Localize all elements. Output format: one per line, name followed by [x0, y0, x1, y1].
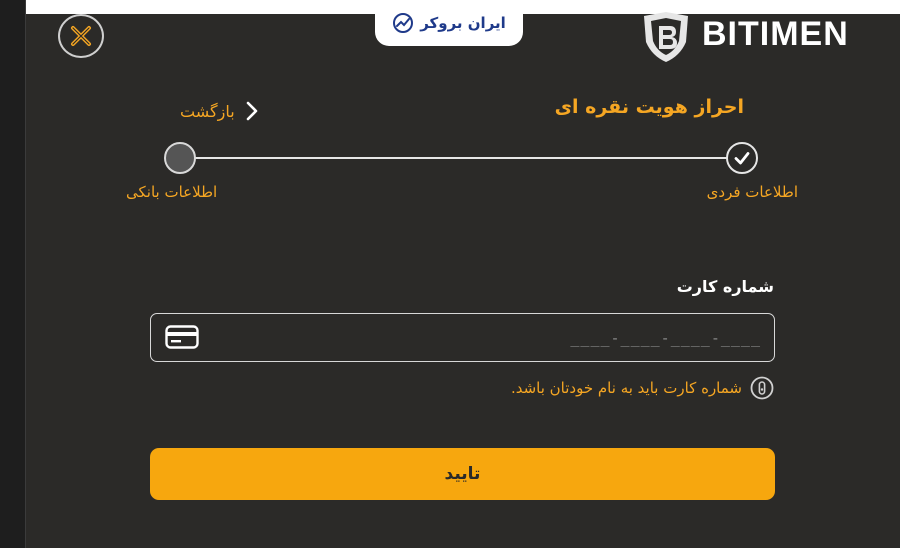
brand-name: BITIMEN [702, 14, 849, 53]
step-label-personal: اطلاعات فردی [706, 183, 798, 201]
card-number-input[interactable] [211, 314, 763, 362]
credit-card-icon [165, 325, 199, 349]
left-strip [0, 0, 26, 548]
page: ایران بروکر BITIMEN احراز هویت نقره ای ب… [0, 0, 900, 548]
watermark-badge: ایران بروکر [375, 0, 523, 46]
card-number-field-wrapper [150, 313, 775, 362]
info-icon [750, 376, 774, 400]
close-button[interactable] [58, 14, 104, 58]
shield-logo-icon [644, 12, 688, 62]
check-icon [734, 152, 750, 165]
watermark-text: ایران بروکر [420, 14, 506, 32]
back-button[interactable]: بازگشت [180, 98, 259, 124]
stepper-line [195, 157, 727, 159]
close-icon [71, 26, 91, 46]
step-label-bank: اطلاعات بانکی [126, 183, 218, 201]
chevron-right-icon [246, 101, 257, 121]
trend-icon [393, 13, 414, 33]
step-indicator-pending [164, 142, 196, 174]
card-hint: شماره کارت باید به نام خودتان باشد. [511, 375, 774, 401]
card-hint-text: شماره کارت باید به نام خودتان باشد. [510, 379, 742, 397]
back-label: بازگشت [180, 101, 235, 121]
page-title: احراز هویت نقره ای [554, 96, 744, 118]
confirm-button[interactable]: تایید [150, 448, 775, 500]
brand-logo: BITIMEN [640, 10, 872, 64]
step-indicator-done [726, 142, 758, 174]
card-number-label: شماره کارت [676, 277, 774, 296]
